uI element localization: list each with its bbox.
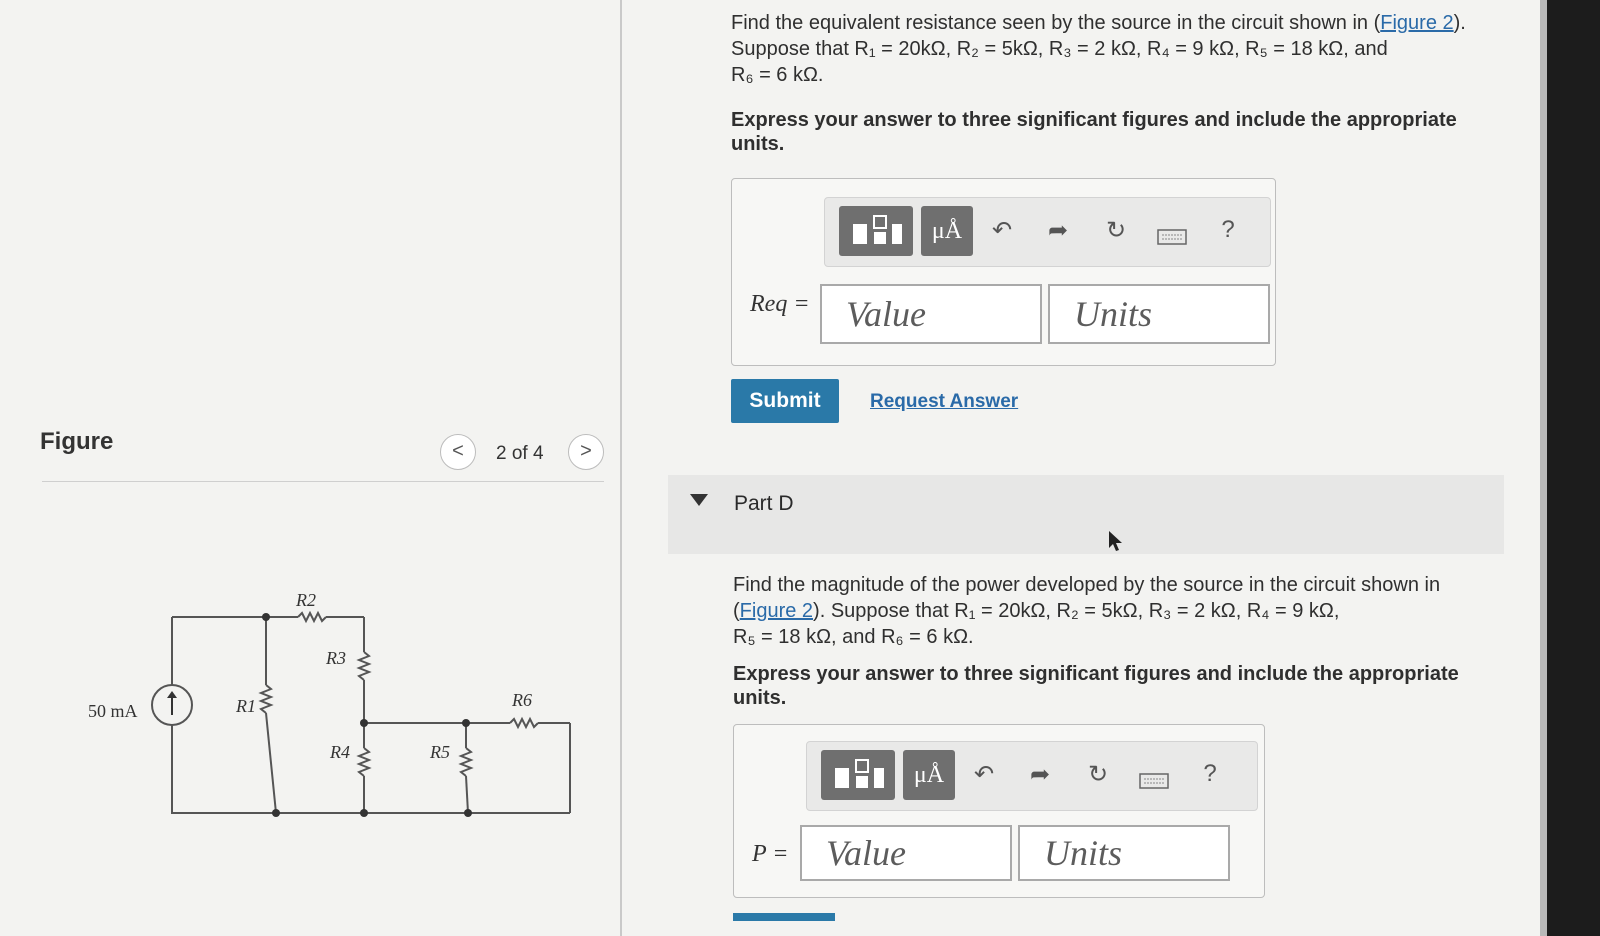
keyboard-icon[interactable] <box>1157 224 1187 245</box>
figure-next-button[interactable]: > <box>568 434 604 470</box>
undo-icon[interactable]: ↶ <box>969 760 999 789</box>
figure-counter: 2 of 4 <box>496 443 544 464</box>
undo-icon[interactable]: ↶ <box>987 216 1017 245</box>
r4-label: R4 <box>329 742 350 762</box>
submit-button[interactable]: Submit <box>731 379 839 423</box>
redo-icon[interactable]: ➦ <box>1025 760 1055 789</box>
panel-divider <box>620 0 622 936</box>
partd-instruction: Express your answer to three significant… <box>733 663 1459 709</box>
redo-icon[interactable]: ➦ <box>1043 216 1073 245</box>
figure-divider <box>42 481 604 482</box>
partc-answer-box: μÅ ↶ ➦ ↻ ? Req = Value Units <box>731 178 1276 366</box>
partc-instruction: Express your answer to three significant… <box>731 109 1457 155</box>
r5-label: R5 <box>429 742 450 762</box>
r6-label: R6 <box>511 690 532 710</box>
partc-question: Find the equivalent resistance seen by t… <box>731 12 1466 86</box>
r3-label: R3 <box>325 648 346 668</box>
source-label: 50 mA <box>88 701 138 721</box>
units-icon[interactable]: μÅ <box>921 206 973 256</box>
mouse-cursor-icon <box>1109 531 1122 551</box>
reset-icon[interactable]: ↻ <box>1101 216 1131 245</box>
p-label: P = <box>752 841 789 867</box>
r2-label: R2 <box>295 590 316 610</box>
partd-units-input[interactable]: Units <box>1018 825 1230 881</box>
figure-prev-button[interactable]: < <box>440 434 476 470</box>
keyboard-icon[interactable] <box>1139 768 1169 789</box>
figure-link[interactable]: Figure 2 <box>1380 12 1453 34</box>
partd-question: Find the magnitude of the power develope… <box>733 574 1441 648</box>
reset-icon[interactable]: ↻ <box>1083 760 1113 789</box>
request-answer-link[interactable]: Request Answer <box>870 391 1018 413</box>
partd-toolbar: μÅ ↶ ➦ ↻ ? <box>806 741 1258 811</box>
partc-toolbar: μÅ ↶ ➦ ↻ ? <box>824 197 1271 267</box>
collapse-arrow-icon[interactable] <box>690 494 708 506</box>
partc-units-input[interactable]: Units <box>1048 284 1270 344</box>
screen-edge <box>1547 0 1600 936</box>
figure-link-d[interactable]: Figure 2 <box>740 600 813 622</box>
partc-value-input[interactable]: Value <box>820 284 1042 344</box>
units-icon[interactable]: μÅ <box>903 750 955 800</box>
partd-submit-button[interactable] <box>733 913 835 921</box>
templates-icon[interactable] <box>839 206 913 256</box>
partd-value-input[interactable]: Value <box>800 825 1012 881</box>
req-label: Req = <box>750 291 810 317</box>
r1-label: R1 <box>235 696 256 716</box>
circuit-diagram: 50 mA R1 R2 R3 R4 R5 R6 <box>80 580 600 830</box>
circuit-svg: 50 mA R1 R2 R3 R4 R5 R6 <box>88 590 571 817</box>
templates-icon[interactable] <box>821 750 895 800</box>
figure-title: Figure <box>40 428 114 455</box>
help-icon[interactable]: ? <box>1195 760 1225 788</box>
partd-answer-box: μÅ ↶ ➦ ↻ ? P = Value Units <box>733 724 1265 898</box>
help-icon[interactable]: ? <box>1213 216 1243 244</box>
partd-label: Part D <box>734 492 794 515</box>
